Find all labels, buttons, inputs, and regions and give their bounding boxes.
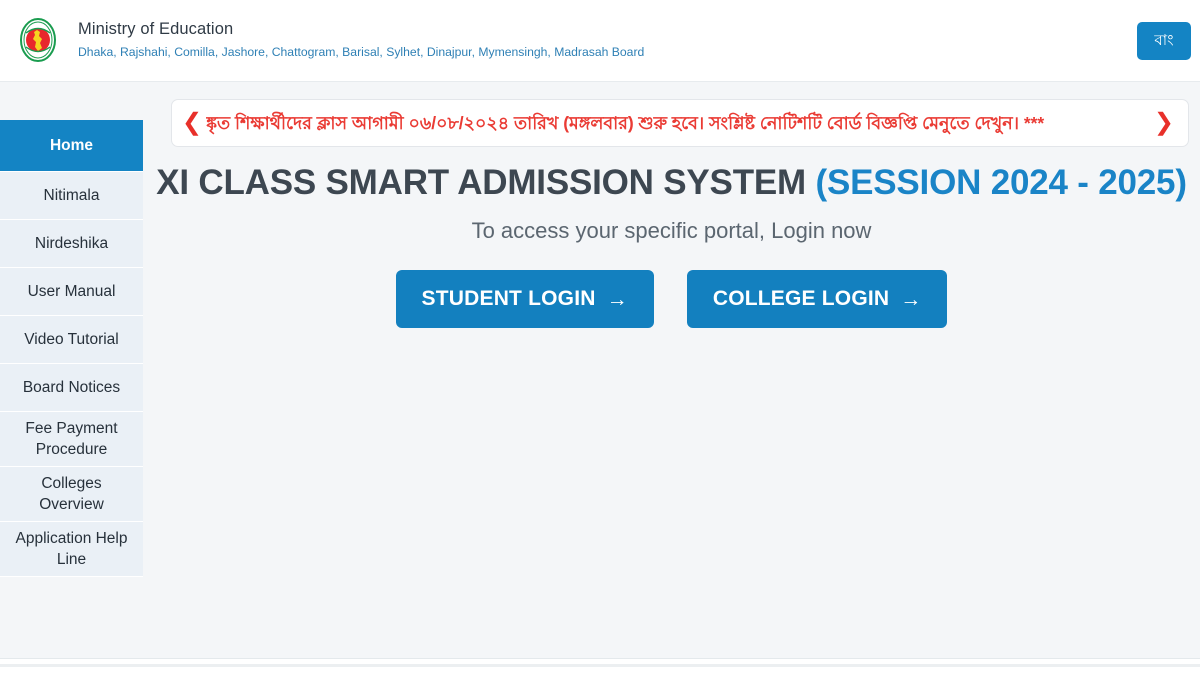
sidebar-item-board-notices[interactable]: Board Notices xyxy=(0,364,143,412)
arrow-right-icon: → xyxy=(900,287,922,311)
chevron-right-icon[interactable]: ❯ xyxy=(1150,111,1188,135)
college-login-button[interactable]: COLLEGE LOGIN → xyxy=(686,270,948,328)
sidebar-item-application-help-line[interactable]: Application Help Line xyxy=(0,522,143,577)
student-login-button[interactable]: STUDENT LOGIN → xyxy=(395,270,654,328)
sidebar-item-user-manual[interactable]: User Manual xyxy=(0,268,143,316)
chevron-left-icon[interactable]: ❮ xyxy=(172,111,206,135)
hero-section: XI CLASS SMART ADMISSION SYSTEM (SESSION… xyxy=(143,160,1200,328)
notice-marquee-text: ঙ্কৃত শিক্ষার্থীদের ক্লাস আগামী ০৬/০৮/২০… xyxy=(206,113,1045,133)
page-title-session: (SESSION 2024 - 2025) xyxy=(815,163,1187,202)
student-login-label: STUDENT LOGIN xyxy=(421,287,596,310)
hero-subtitle: To access your specific portal, Login no… xyxy=(471,218,872,243)
sidebar-item-nitimala[interactable]: Nitimala xyxy=(0,172,143,220)
brand: Ministry of Education Dhaka, Rajshahi, C… xyxy=(14,16,644,64)
arrow-right-icon: → xyxy=(606,287,628,311)
bottom-strip xyxy=(0,659,1200,675)
bottom-shadow xyxy=(0,664,1200,667)
college-login-label: COLLEGE LOGIN xyxy=(712,287,890,310)
sidebar-item-fee-payment-procedure[interactable]: Fee Payment Procedure xyxy=(0,412,143,467)
bangladesh-government-emblem-icon xyxy=(14,16,62,64)
ministry-name: Ministry of Education xyxy=(78,20,234,38)
sidebar-item-nirdeshika[interactable]: Nirdeshika xyxy=(0,220,143,268)
board-list: Dhaka, Rajshahi, Comilla, Jashore, Chatt… xyxy=(78,45,645,59)
sidebar-item-home[interactable]: Home xyxy=(0,120,143,172)
language-toggle-button[interactable]: বাং xyxy=(1137,22,1191,60)
page-title-main: XI CLASS SMART ADMISSION SYSTEM xyxy=(156,163,806,202)
page-root: Ministry of Education Dhaka, Rajshahi, C… xyxy=(0,0,1200,675)
brand-text: Ministry of Education Dhaka, Rajshahi, C… xyxy=(78,19,644,61)
login-button-row: STUDENT LOGIN → COLLEGE LOGIN → xyxy=(143,270,1200,328)
sidebar-item-video-tutorial[interactable]: Video Tutorial xyxy=(0,316,143,364)
notice-marquee-bar: ❮ ঙ্কৃত শিক্ষার্থীদের ক্লাস আগামী ০৬/০৮/… xyxy=(171,99,1189,147)
sidebar-item-colleges-overview[interactable]: Colleges Overview xyxy=(0,467,143,522)
site-header: Ministry of Education Dhaka, Rajshahi, C… xyxy=(0,0,1200,82)
page-title: XI CLASS SMART ADMISSION SYSTEM (SESSION… xyxy=(143,160,1200,206)
sidebar-nav: Home Nitimala Nirdeshika User Manual Vid… xyxy=(0,120,143,577)
